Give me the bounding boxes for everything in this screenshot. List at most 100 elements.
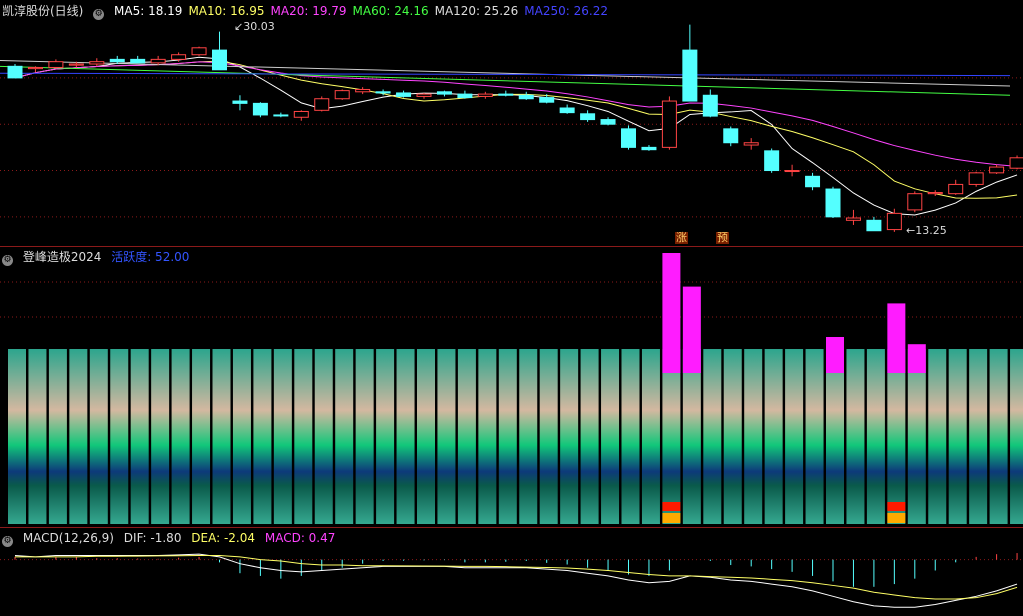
candle-body bbox=[498, 93, 514, 96]
indicator-bar bbox=[846, 349, 865, 524]
candle-body bbox=[948, 183, 964, 195]
forecast-tag[interactable]: 预 bbox=[716, 232, 729, 244]
candle-body bbox=[150, 58, 166, 64]
candle-body bbox=[641, 146, 657, 151]
candle-body bbox=[191, 47, 207, 56]
indicator-bar bbox=[355, 349, 374, 524]
indicator-bar bbox=[130, 349, 149, 524]
indicator-bar bbox=[89, 349, 108, 524]
indicator-bar bbox=[805, 349, 824, 524]
indicator-bar bbox=[519, 349, 538, 524]
indicator-title: 登峰造极2024 bbox=[22, 250, 102, 264]
candle-body bbox=[212, 49, 227, 71]
indicator-bar bbox=[560, 349, 579, 524]
candlestick-chart[interactable] bbox=[0, 0, 1023, 245]
indicator-chart[interactable] bbox=[0, 247, 1023, 527]
settings-gear-icon[interactable]: ⚙ bbox=[93, 9, 105, 20]
macd-title: MACD(12,26,9) bbox=[22, 531, 114, 545]
ma-line bbox=[14, 60, 1018, 199]
ma-legend-item: MA250: 26.22 bbox=[524, 4, 608, 18]
ma-legend-item: MA5: 18.19 bbox=[114, 4, 183, 18]
indicator-bar bbox=[703, 349, 722, 524]
indicator-bar bbox=[601, 349, 620, 524]
candle-body bbox=[866, 219, 882, 232]
indicator-bar bbox=[539, 349, 558, 524]
candle-body bbox=[89, 61, 105, 65]
candle-body bbox=[293, 110, 309, 118]
candle-body bbox=[27, 66, 43, 70]
indicator-peak bbox=[826, 337, 844, 373]
ma-legend-item: MA120: 25.26 bbox=[434, 4, 519, 18]
signal-red bbox=[662, 502, 681, 511]
indicator-bar bbox=[273, 349, 292, 524]
signal-red bbox=[887, 502, 906, 511]
candle-body bbox=[682, 49, 698, 102]
indicator-pane[interactable]: ⚙ 登峰造极2024 活跃度: 52.00 bbox=[0, 247, 1023, 527]
stock-title: 凯淳股份(日线) bbox=[2, 4, 84, 18]
dif-label: DIF: -1.80 bbox=[123, 531, 182, 545]
candle-body bbox=[68, 63, 84, 66]
price-pane[interactable]: 凯淳股份(日线) ⚙ MA5: 18.19 MA10: 16.95 MA20: 19… bbox=[0, 0, 1023, 245]
candle-body bbox=[845, 217, 861, 221]
indicator-bar bbox=[48, 349, 67, 524]
indicator-bar bbox=[764, 349, 783, 524]
limit-up-tag[interactable]: 涨 bbox=[675, 232, 688, 244]
dea-line bbox=[15, 555, 1018, 600]
ma-legend-item: MA20: 19.79 bbox=[270, 4, 347, 18]
indicator-bar bbox=[662, 349, 681, 524]
indicator-bar bbox=[887, 349, 906, 524]
macd-header: ⚙ MACD(12,26,9) DIF: -1.80 DEA: -2.04 MA… bbox=[2, 531, 341, 547]
activity-label: 活跃度: 52.00 bbox=[111, 250, 190, 264]
indicator-bar bbox=[8, 349, 26, 524]
candle-body bbox=[273, 114, 289, 117]
indicator-bar bbox=[969, 349, 988, 524]
indicator-bar bbox=[314, 349, 333, 524]
indicator-bar bbox=[682, 349, 701, 524]
candle-body bbox=[580, 113, 596, 121]
indicator-bar bbox=[457, 349, 476, 524]
indicator-bar bbox=[396, 349, 415, 524]
indicator-bar bbox=[437, 349, 456, 524]
indicator-peak bbox=[907, 344, 926, 373]
ma-legend-item: MA10: 16.95 bbox=[188, 4, 265, 18]
indicator-bar bbox=[498, 349, 517, 524]
indicator-bar bbox=[69, 349, 88, 524]
indicator-header: ⚙ 登峰造极2024 活跃度: 52.00 bbox=[2, 248, 195, 266]
candle-body bbox=[968, 172, 984, 185]
indicator-settings-icon[interactable]: ⚙ bbox=[2, 255, 13, 266]
indicator-bar bbox=[376, 349, 395, 524]
indicator-bar bbox=[580, 349, 599, 524]
dea-label: DEA: -2.04 bbox=[191, 531, 256, 545]
candle-body bbox=[7, 65, 23, 79]
candle-body bbox=[886, 212, 902, 231]
candle-body bbox=[989, 166, 1005, 174]
indicator-bar bbox=[28, 349, 47, 524]
indicator-bar bbox=[928, 349, 947, 524]
candle-body bbox=[621, 128, 636, 148]
indicator-bar bbox=[907, 349, 926, 524]
candle-body bbox=[334, 90, 350, 100]
indicator-bar bbox=[744, 349, 763, 524]
indicator-bar bbox=[335, 349, 354, 524]
candle-body bbox=[252, 102, 268, 116]
indicator-bar bbox=[232, 349, 251, 524]
low-price-label: ←13.25 bbox=[906, 224, 947, 237]
dif-line bbox=[14, 553, 1018, 608]
candle-body bbox=[314, 98, 330, 111]
candle-body bbox=[396, 92, 412, 97]
candle-body bbox=[743, 142, 759, 146]
macd-pane[interactable]: ⚙ MACD(12,26,9) DIF: -1.80 DEA: -2.04 MA… bbox=[0, 528, 1023, 616]
candle-body bbox=[539, 97, 555, 103]
candle-body bbox=[723, 128, 739, 144]
indicator-bar bbox=[948, 349, 967, 524]
candle-body bbox=[784, 170, 800, 173]
indicator-bar bbox=[192, 349, 211, 524]
candle-body bbox=[907, 193, 923, 211]
macd-settings-icon[interactable]: ⚙ bbox=[2, 536, 13, 547]
signal-orange bbox=[662, 513, 681, 523]
candle-body bbox=[130, 58, 146, 64]
indicator-bar bbox=[171, 349, 190, 524]
candle-body bbox=[661, 100, 677, 148]
candle-body bbox=[416, 93, 432, 97]
indicator-bar bbox=[641, 349, 660, 524]
